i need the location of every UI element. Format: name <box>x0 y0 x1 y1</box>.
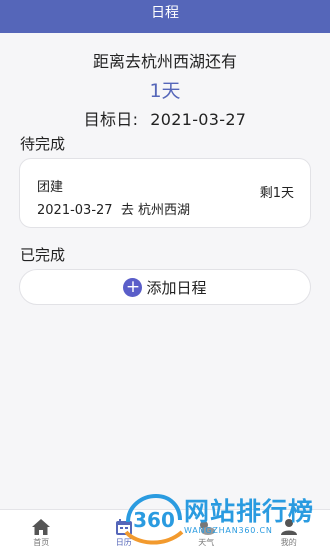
tab-profile[interactable]: 我的 <box>248 510 330 550</box>
task-detail: 2021-03-27 去 杭州西湖 <box>37 203 190 218</box>
calendar-icon <box>115 519 132 535</box>
home-icon <box>32 519 51 535</box>
weather-icon <box>200 521 216 535</box>
pending-section-label: 待完成 <box>20 135 66 153</box>
task-name: 团建 <box>37 180 64 195</box>
tab-calendar-label: 日历 <box>115 538 132 547</box>
countdown-value: 1天 <box>149 80 181 102</box>
tab-profile-label: 我的 <box>280 538 297 547</box>
bottom-tab-bar: 首页 日历 天气 我的 <box>0 509 330 550</box>
tab-home[interactable]: 首页 <box>0 510 83 550</box>
add-schedule-label: 添加日程 <box>146 278 207 297</box>
tab-home-label: 首页 <box>33 538 50 547</box>
task-remaining-days: 剩1天 <box>259 186 294 201</box>
plus-icon: + <box>123 277 143 297</box>
app-header: 日程 <box>0 0 330 33</box>
page-title: 日程 <box>151 5 179 21</box>
task-card[interactable]: 团建 2021-03-27 去 杭州西湖 剩1天 <box>19 158 311 228</box>
target-date-value: 2021-03-27 <box>150 110 247 129</box>
user-icon <box>280 519 297 535</box>
tab-weather[interactable]: 天气 <box>165 510 248 550</box>
target-date-row: 目标日: 2021-03-27 <box>0 106 330 130</box>
tab-weather-label: 天气 <box>198 538 215 547</box>
target-date-label: 目标日: <box>83 110 139 129</box>
completed-section-label: 已完成 <box>20 246 66 264</box>
tab-calendar[interactable]: 日历 <box>83 510 166 550</box>
countdown-title: 距离去杭州西湖还有 <box>92 52 237 71</box>
add-schedule-button[interactable]: + 添加日程 <box>19 269 311 305</box>
